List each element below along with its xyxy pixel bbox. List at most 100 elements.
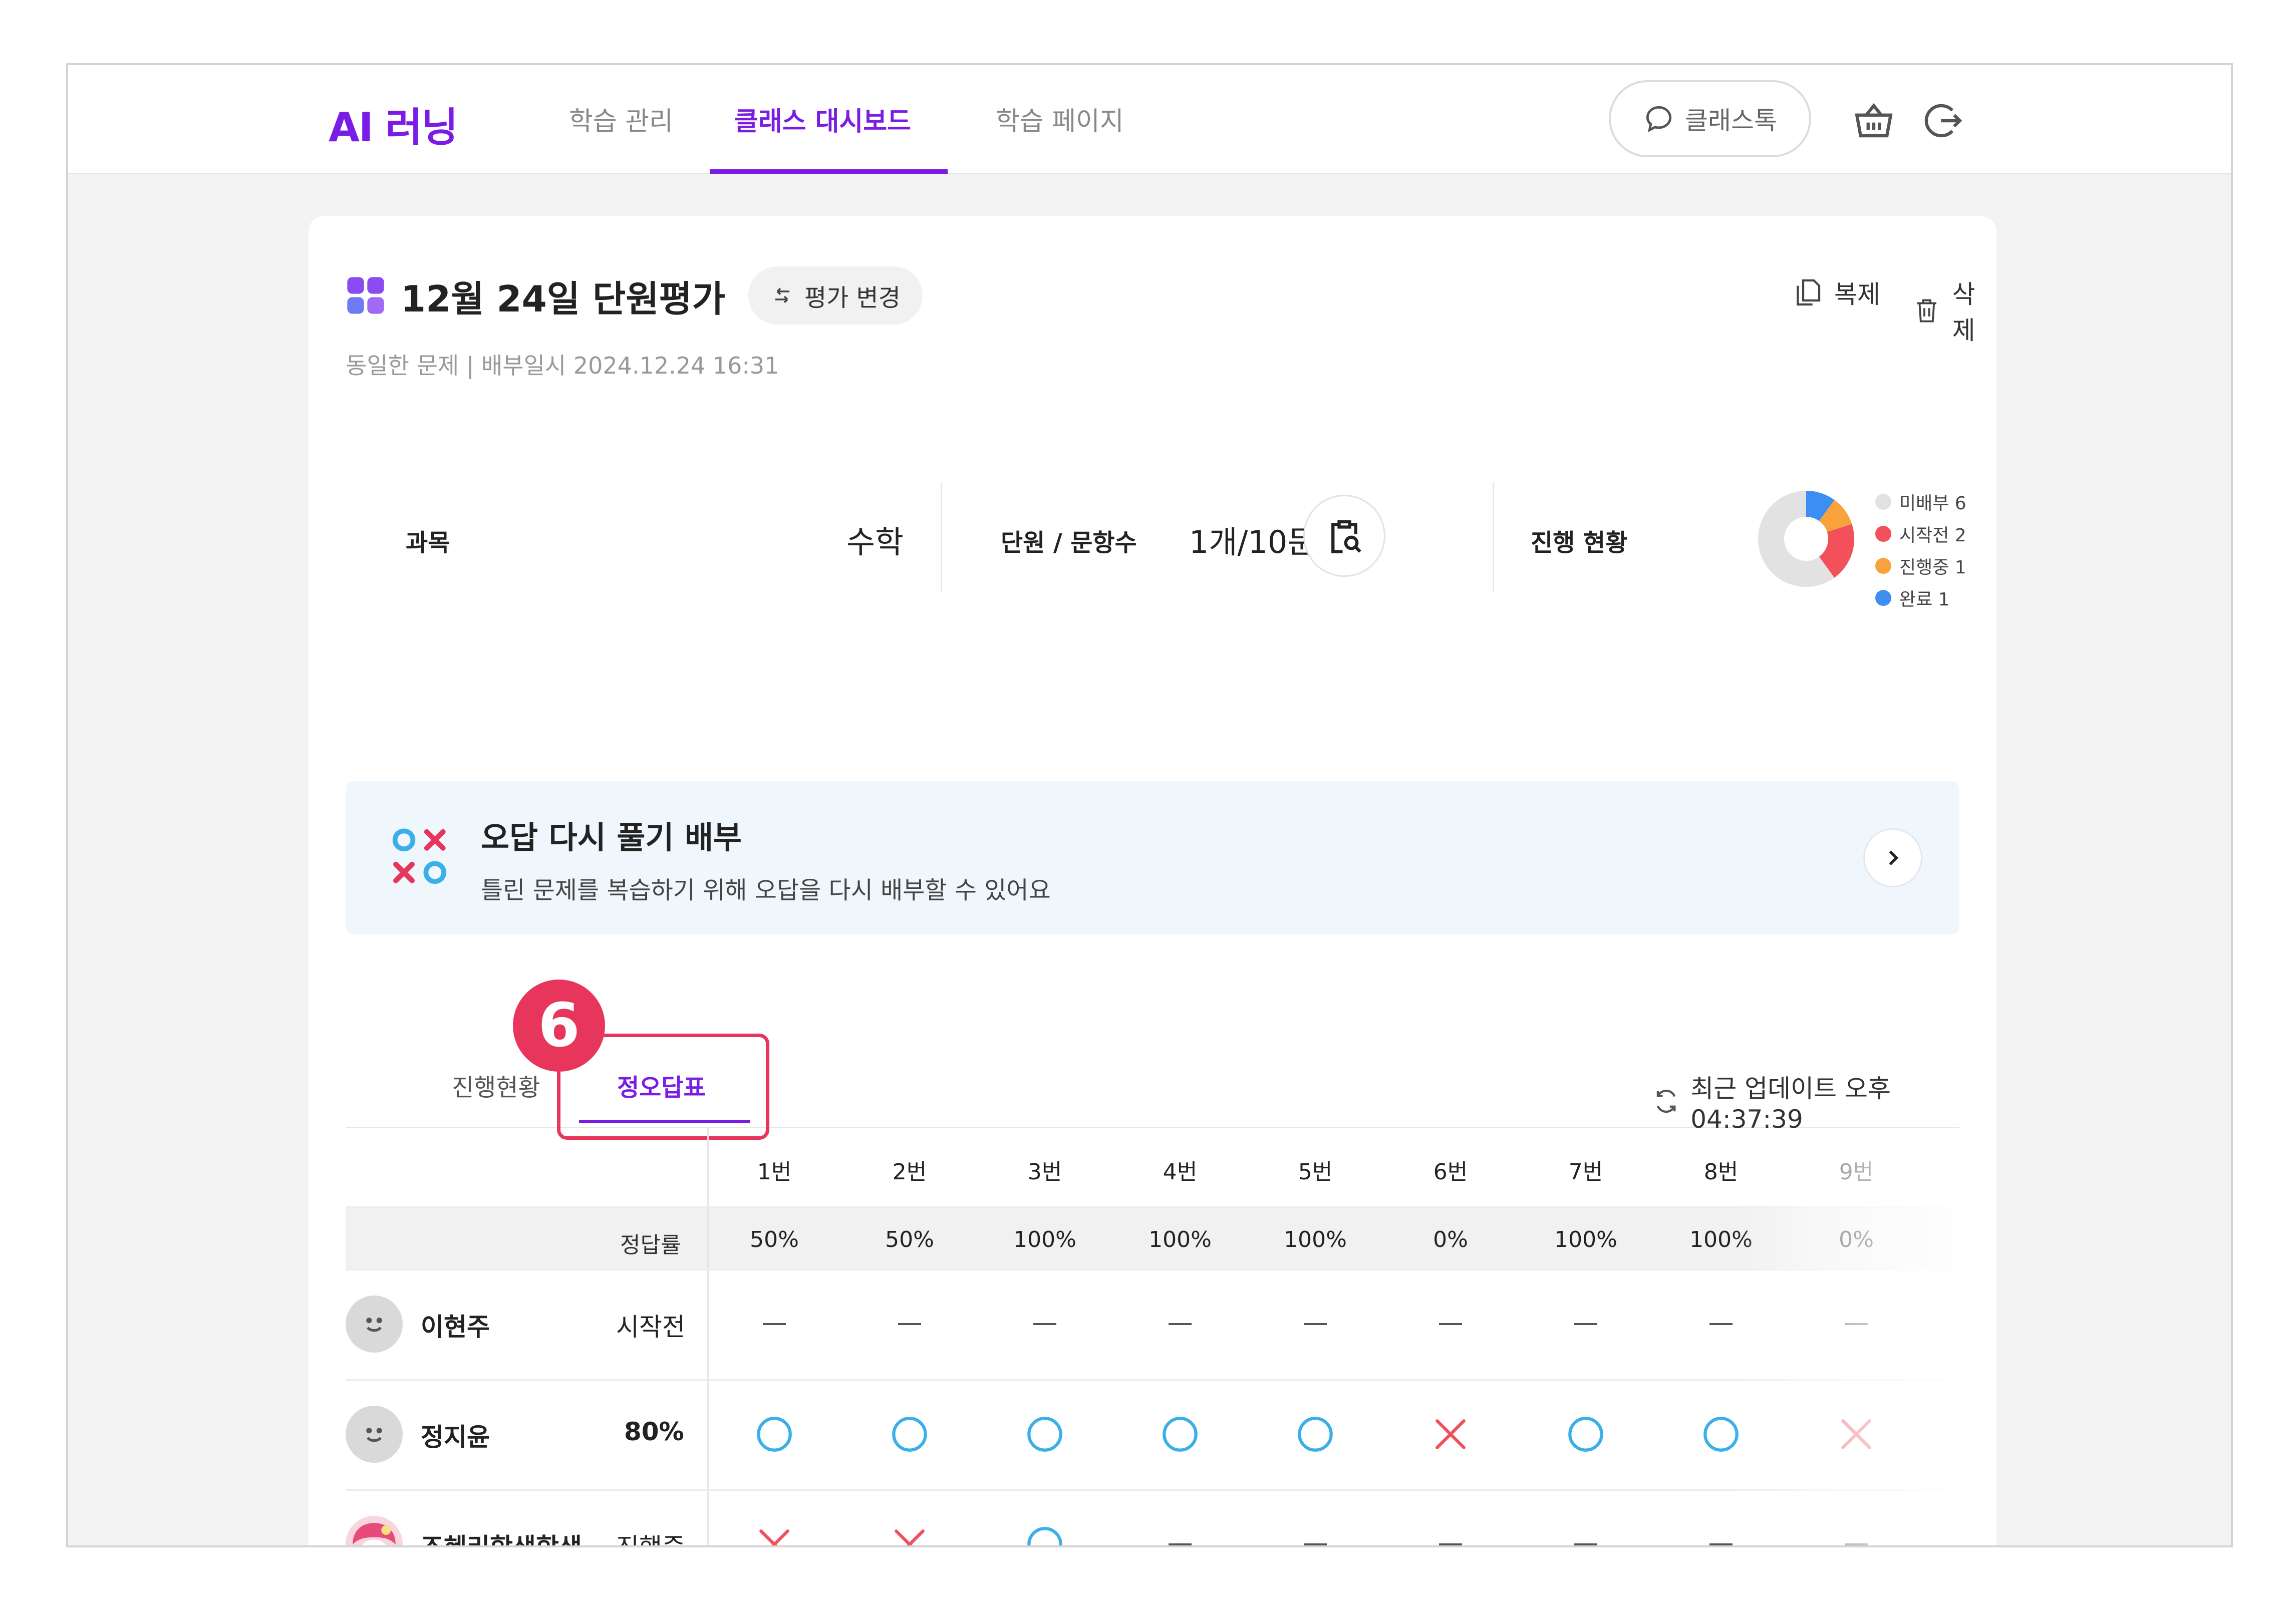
student-name: 조혜리학생학생	[421, 1533, 582, 1547]
wrong-x-icon	[895, 1529, 925, 1545]
table-row-line	[346, 1269, 1959, 1270]
question-header: 9번	[1839, 1159, 1874, 1185]
wrong-answer-redistribute-banner[interactable]: 오답 다시 풀기 배부 틀린 문제를 복습하기 위해 오답을 다시 배부할 수 …	[346, 781, 1959, 934]
question-rate: 50%	[750, 1227, 799, 1252]
question-rate: 100%	[1689, 1227, 1753, 1252]
tab-progress[interactable]: 진행현황	[452, 1068, 540, 1103]
student-status: 시작전	[616, 1313, 685, 1342]
app-logo[interactable]: AI 러닝	[329, 95, 458, 153]
subject-value: 수학	[846, 524, 904, 560]
nav-active-indicator	[710, 169, 948, 174]
correct-circle-icon	[1703, 1417, 1739, 1452]
question-header: 5번	[1298, 1159, 1333, 1185]
dash-icon	[1574, 1543, 1597, 1545]
answer-mark	[859, 1522, 960, 1545]
correct-circle-icon	[1027, 1527, 1062, 1545]
info-divider	[941, 482, 942, 592]
nav-class-dashboard[interactable]: 클래스 대시보드	[734, 100, 911, 138]
question-rate: 100%	[1149, 1227, 1212, 1252]
smiley-face-icon	[366, 1428, 382, 1442]
table-column-separator	[707, 1128, 709, 1545]
change-assessment-button[interactable]: 평가 변경	[748, 266, 923, 325]
character-avatar-icon	[346, 1516, 403, 1545]
answer-mark	[1536, 1412, 1636, 1457]
dash-icon	[1304, 1543, 1327, 1545]
dash-icon	[1033, 1323, 1056, 1325]
wrong-x-icon	[1841, 1419, 1871, 1449]
answer-mark	[1536, 1302, 1636, 1347]
answer-mark	[1400, 1522, 1501, 1545]
answer-mark	[1536, 1522, 1636, 1545]
dash-icon	[1574, 1323, 1597, 1325]
delete-button[interactable]: 삭제	[1912, 274, 1996, 347]
answer-mark	[1400, 1412, 1501, 1457]
answer-mark	[1265, 1302, 1365, 1347]
chat-icon	[1646, 106, 1672, 133]
clipboard-search-icon	[1331, 520, 1361, 553]
legend-label: 완료 1	[1899, 589, 1950, 610]
assessment-meta: 동일한 문제 | 배부일시 2024.12.24 16:31	[346, 352, 779, 379]
answer-mark	[1265, 1412, 1365, 1457]
correct-circle-icon	[1298, 1417, 1333, 1452]
answer-mark	[995, 1302, 1095, 1347]
nav-learning-page[interactable]: 학습 페이지	[996, 100, 1124, 138]
trash-icon	[1917, 299, 1937, 323]
table-row-line	[346, 1489, 1959, 1491]
legend-label: 진행중 1	[1899, 557, 1966, 578]
question-rate: 50%	[885, 1227, 934, 1252]
rate-label: 정답률	[620, 1232, 681, 1258]
dash-icon	[1439, 1543, 1462, 1545]
legend-label: 미배부 6	[1899, 493, 1966, 514]
legend-item: 진행중 1	[1875, 550, 1966, 582]
question-rate: 100%	[1013, 1227, 1076, 1252]
legend-dot	[1875, 526, 1891, 542]
smiley-face-icon	[366, 1318, 382, 1332]
question-rate: 0%	[1433, 1227, 1468, 1252]
dash-icon	[1169, 1543, 1192, 1545]
legend-dot	[1875, 558, 1891, 574]
swap-icon	[775, 287, 789, 303]
top-nav-bar: AI 러닝 학습 관리 클래스 대시보드 학습 페이지 클래스톡	[68, 65, 2231, 174]
copy-button[interactable]: 복제	[1791, 274, 1880, 310]
app-window: AI 러닝 학습 관리 클래스 대시보드 학습 페이지 클래스톡 12월 24일…	[66, 63, 2233, 1547]
legend-label: 시작전 2	[1899, 525, 1966, 546]
wrong-x-icon	[759, 1529, 789, 1545]
correct-circle-icon	[1568, 1417, 1603, 1452]
answer-mark	[724, 1412, 824, 1457]
class-talk-button[interactable]: 클래스톡	[1609, 80, 1811, 157]
progress-donut-chart	[1758, 491, 1854, 587]
basket-icon[interactable]	[1851, 98, 1896, 143]
answer-mark	[1671, 1412, 1771, 1457]
answer-mark	[724, 1522, 824, 1545]
answer-mark	[1671, 1302, 1771, 1347]
question-rate: 100%	[1554, 1227, 1617, 1252]
table-row-line	[346, 1379, 1959, 1381]
answer-mark	[1806, 1302, 1906, 1347]
question-header: 6번	[1433, 1159, 1468, 1185]
correct-circle-icon	[757, 1417, 792, 1452]
banner-arrow-button[interactable]	[1863, 828, 1922, 887]
logout-icon[interactable]	[1920, 98, 1965, 143]
dash-icon	[1169, 1323, 1192, 1325]
answer-mark	[1265, 1522, 1365, 1545]
nav-learning-management[interactable]: 학습 관리	[569, 100, 673, 138]
delete-label: 삭제	[1952, 280, 1975, 345]
dash-icon	[763, 1323, 786, 1325]
subject-label: 과목	[406, 529, 450, 557]
answer-table: 정답률 1번 50% 2번 50% 3번 100% 4번 100% 5번 100% 6번 0% 7번 10…	[346, 1128, 1959, 1547]
dash-icon	[1709, 1543, 1733, 1545]
legend-dot	[1875, 494, 1891, 510]
legend-item: 미배부 6	[1875, 486, 1966, 518]
student-status: 진행중	[616, 1533, 685, 1547]
table-row-line	[346, 1206, 1959, 1208]
last-update-button[interactable]: 최근 업데이트 오후 04:37:39	[1652, 1069, 1996, 1134]
step-number-badge: 6	[513, 980, 605, 1072]
progress-legend: 미배부 6 시작전 2 진행중 1 완료 1	[1875, 486, 1966, 614]
copy-icon	[1797, 279, 1821, 306]
correct-circle-icon	[1027, 1417, 1062, 1452]
student-name: 정지윤	[421, 1423, 490, 1452]
question-header: 7번	[1568, 1159, 1603, 1185]
legend-item: 완료 1	[1875, 582, 1966, 614]
preview-questions-button[interactable]	[1303, 495, 1385, 577]
correct-circle-icon	[892, 1417, 927, 1452]
